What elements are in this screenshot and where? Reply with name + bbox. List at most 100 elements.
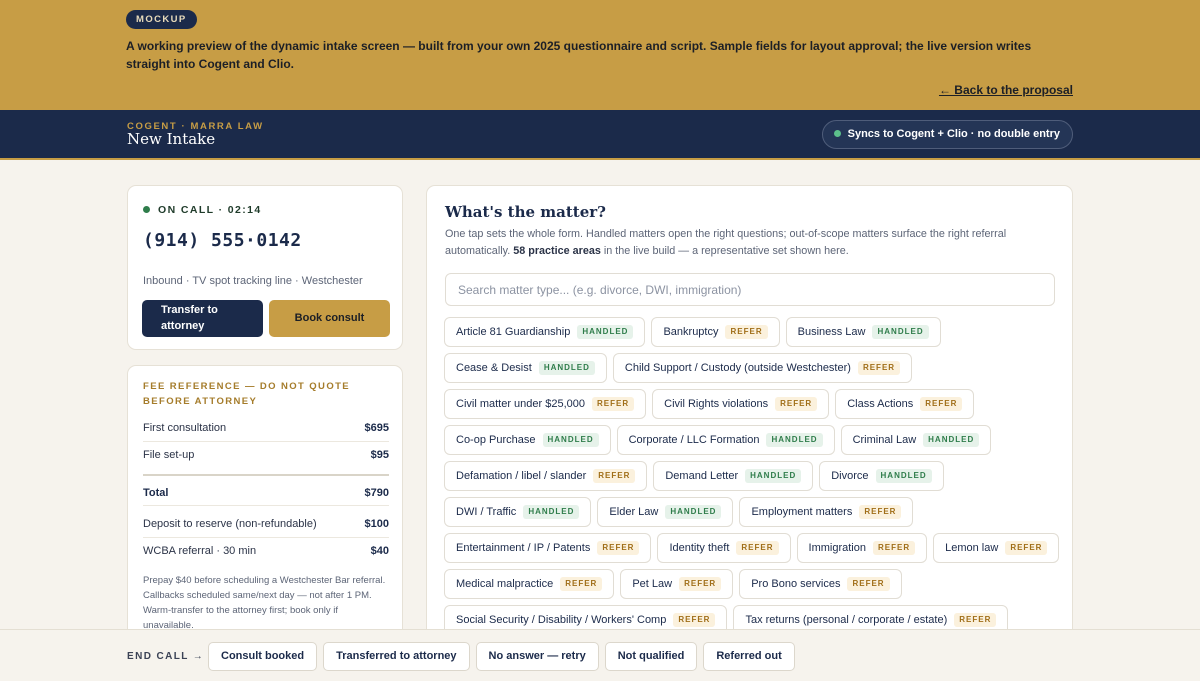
handled-badge: HANDLED — [745, 469, 802, 483]
matter-chip[interactable]: Divorce HANDLED — [819, 461, 944, 491]
matter-chip-label: Divorce — [831, 470, 869, 482]
matter-chip[interactable]: Medical malpractice REFER — [444, 569, 615, 599]
refer-badge: REFER — [954, 613, 997, 627]
matter-chip-label: Lemon law — [945, 542, 999, 554]
refer-badge: REFER — [592, 397, 635, 411]
matter-chip-list: Article 81 Guardianship HANDLED Bankruptcy… — [444, 317, 1069, 641]
outcome-button[interactable]: Not qualified — [604, 642, 698, 671]
refer-badge: REFER — [859, 505, 902, 519]
fee-total-row: Total $790 — [143, 474, 389, 506]
matter-chip-label: Civil matter under $25,000 — [456, 398, 586, 410]
outcome-button[interactable]: Transferred to attorney — [323, 642, 470, 671]
refer-badge: REFER — [775, 397, 818, 411]
matter-chip[interactable]: Elder Law HANDLED — [597, 497, 734, 527]
matter-chip-label: DWI / Traffic — [456, 506, 517, 518]
mockup-badge: MOCKUP — [126, 10, 197, 29]
matter-chip[interactable]: Demand Letter HANDLED — [653, 461, 814, 491]
refer-badge: REFER — [593, 469, 636, 483]
practice-area-count: 58 practice areas — [513, 245, 601, 257]
refer-badge: REFER — [920, 397, 963, 411]
fee-label: WCBA referral · 30 min — [143, 545, 257, 557]
matter-chip-label: Medical malpractice — [456, 578, 554, 590]
matter-chip[interactable]: Child Support / Custody (outside Westche… — [612, 353, 913, 383]
matter-chip-label: Employment matters — [751, 506, 853, 518]
refer-badge: REFER — [1005, 541, 1048, 555]
matter-chip[interactable]: Co-op Purchase HANDLED — [444, 425, 611, 455]
handled-badge: HANDLED — [923, 433, 980, 447]
refer-badge: REFER — [679, 577, 722, 591]
matter-chip[interactable]: Employment matters REFER — [739, 497, 914, 527]
matter-chip[interactable]: Business Law HANDLED — [785, 317, 941, 347]
matter-chip[interactable]: Bankruptcy REFER — [651, 317, 780, 347]
matter-chip[interactable]: Identity theft REFER — [657, 533, 791, 563]
matter-chip[interactable]: Civil Rights violations REFER — [652, 389, 830, 419]
fee-policy-note: Prepay $40 before scheduling a Westchest… — [143, 575, 386, 631]
matter-search-input[interactable] — [445, 273, 1055, 306]
fee-reference-panel: FEE REFERENCE — DO NOT QUOTE BEFORE ATTO… — [127, 365, 403, 640]
back-to-proposal-link[interactable]: ← Back to the proposal — [939, 83, 1073, 97]
fee-reference-heading: FEE REFERENCE — DO NOT QUOTE BEFORE ATTO… — [143, 381, 351, 407]
call-source-info: Inbound · TV spot tracking line · Westch… — [143, 275, 363, 287]
mockup-description: A working preview of the dynamic intake … — [126, 39, 1032, 71]
matter-chip-label: Business Law — [797, 326, 866, 338]
matter-chip-label: Pet Law — [632, 578, 673, 590]
mockup-banner: MOCKUP A working preview of the dynamic … — [0, 0, 1200, 110]
refer-badge: REFER — [857, 361, 901, 375]
outcome-button[interactable]: No answer — retry — [475, 642, 599, 671]
transfer-to-attorney-button[interactable]: Transfer to attorney — [142, 300, 263, 337]
matter-chip[interactable]: Article 81 Guardianship HANDLED — [444, 317, 646, 347]
sync-status-dot-icon — [833, 130, 841, 137]
fee-amount: $95 — [370, 449, 389, 461]
sync-status-label: Syncs to Cogent + Clio · no double entry — [847, 128, 1060, 140]
matter-chip-label: Corporate / LLC Formation — [628, 434, 760, 446]
matter-chip[interactable]: Entertainment / IP / Patents REFER — [444, 533, 652, 563]
matter-chip[interactable]: Pet Law REFER — [620, 569, 734, 599]
call-status: ON CALL · 02:14 — [143, 204, 262, 216]
matter-chip-label: Immigration — [808, 542, 866, 554]
matter-chip[interactable]: Immigration REFER — [796, 533, 928, 563]
matter-chip[interactable]: Lemon law REFER — [933, 533, 1060, 563]
fee-amount: $100 — [364, 518, 389, 530]
matter-chip-label: Bankruptcy — [663, 326, 719, 338]
fee-amount: $790 — [364, 487, 389, 499]
matter-chip[interactable]: Civil matter under $25,000 REFER — [444, 389, 647, 419]
call-outcome-bar: END CALL → Consult booked Transferred to … — [0, 629, 1200, 681]
end-call-label: END CALL → — [127, 651, 205, 662]
matter-chip-label: Pro Bono services — [751, 578, 841, 590]
call-status-label: ON CALL · 02:14 — [158, 204, 262, 216]
outcome-button[interactable]: Consult booked — [208, 642, 318, 671]
fee-amount: $40 — [370, 545, 389, 557]
handled-badge: HANDLED — [577, 325, 634, 339]
page-title: New Intake — [127, 130, 216, 148]
matter-chip[interactable]: Class Actions REFER — [835, 389, 975, 419]
matter-description-text: in the live build — a representative set… — [600, 245, 849, 257]
matter-chip[interactable]: Criminal Law HANDLED — [840, 425, 992, 455]
fee-label: Total — [143, 487, 169, 499]
fee-row: First consultation $695 — [143, 416, 389, 442]
outcome-button[interactable]: Referred out — [703, 642, 795, 671]
matter-chip-label: Identity theft — [669, 542, 730, 554]
refer-badge: REFER — [736, 541, 779, 555]
matter-chip-label: Criminal Law — [852, 434, 917, 446]
call-panel: ON CALL · 02:14 (914) 555·0142 Inbound ·… — [127, 185, 403, 350]
matter-chip-label: Demand Letter — [665, 470, 739, 482]
book-consult-button[interactable]: Book consult — [269, 300, 390, 337]
refer-badge: REFER — [847, 577, 890, 591]
matter-chip[interactable]: Corporate / LLC Formation HANDLED — [616, 425, 835, 455]
matter-chip[interactable]: Cease & Desist HANDLED — [444, 353, 607, 383]
fee-amount: $695 — [364, 422, 389, 434]
matter-chip-label: Defamation / libel / slander — [456, 470, 587, 482]
handled-badge: HANDLED — [542, 433, 599, 447]
matter-chip-label: Entertainment / IP / Patents — [456, 542, 591, 554]
call-outcome-buttons: Consult booked Transferred to attorney No … — [208, 642, 801, 671]
matter-chip[interactable]: Pro Bono services REFER — [739, 569, 902, 599]
matter-chip-label: Social Security / Disability / Workers' … — [456, 614, 667, 626]
handled-badge: HANDLED — [665, 505, 722, 519]
matter-chip[interactable]: Defamation / libel / slander REFER — [444, 461, 648, 491]
matter-chip[interactable]: DWI / Traffic HANDLED — [444, 497, 592, 527]
handled-badge: HANDLED — [875, 469, 932, 483]
fee-label: Deposit to reserve (non-refundable) — [143, 518, 317, 530]
matter-chip-label: Co-op Purchase — [456, 434, 536, 446]
matter-panel: What's the matter? One tap sets the whol… — [426, 185, 1073, 655]
handled-badge: HANDLED — [523, 505, 580, 519]
